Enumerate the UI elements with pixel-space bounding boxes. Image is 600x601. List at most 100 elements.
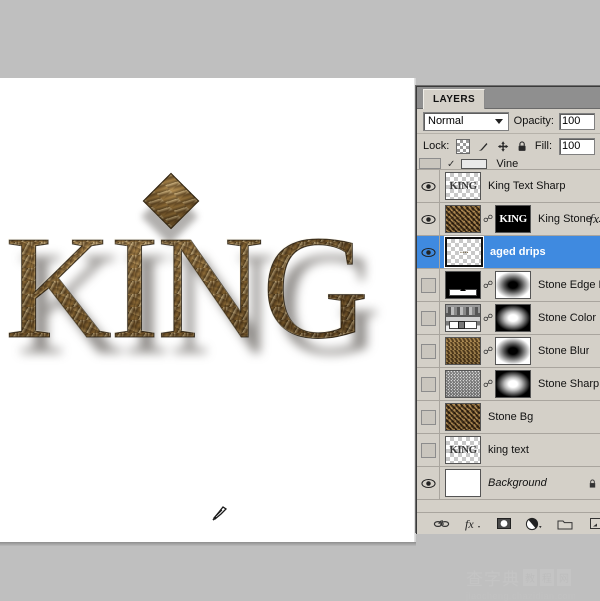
visibility-toggle[interactable] bbox=[417, 302, 440, 334]
layer-mask-thumbnail[interactable]: KING bbox=[495, 205, 531, 233]
visibility-off-box[interactable] bbox=[420, 376, 436, 392]
layer-name: Stone Color bbox=[538, 312, 597, 324]
layer-fx-icon[interactable]: fx bbox=[590, 211, 599, 227]
layer-name: aged drips bbox=[490, 246, 546, 258]
visibility-off-box[interactable] bbox=[420, 310, 436, 326]
new-page-icon bbox=[589, 518, 600, 529]
watermark-box-1: 教 bbox=[523, 569, 537, 586]
visibility-off-box[interactable] bbox=[420, 409, 436, 425]
visibility-toggle[interactable] bbox=[417, 236, 440, 268]
folder-icon bbox=[557, 520, 573, 529]
visibility-off-box[interactable] bbox=[420, 277, 436, 293]
layer-locked-icon bbox=[589, 478, 596, 488]
mask-icon bbox=[496, 518, 511, 529]
link-icon bbox=[434, 519, 450, 527]
tab-layers[interactable]: LAYERS bbox=[423, 89, 486, 109]
layer-name: king text bbox=[488, 444, 529, 456]
document-canvas[interactable]: KING KING KING KING bbox=[0, 78, 416, 542]
visibility-toggle[interactable] bbox=[417, 401, 440, 433]
watermark-logo-row: 查字典 教 程 网 bbox=[466, 565, 594, 590]
visibility-off-box[interactable] bbox=[420, 343, 436, 359]
visibility-toggle[interactable] bbox=[417, 335, 440, 367]
layer-row-stone-bg[interactable]: Stone Bg bbox=[417, 401, 600, 434]
levels-slider bbox=[449, 321, 477, 329]
layer-row-king-stone[interactable]: ☍ KING King Stone ... fx bbox=[417, 203, 600, 236]
mask-gradient bbox=[496, 371, 530, 397]
blend-mode-select[interactable]: Normal bbox=[423, 111, 509, 131]
layer-name: Stone Sharp bbox=[538, 378, 600, 390]
visibility-off-box[interactable] bbox=[420, 442, 436, 458]
layer-mask-thumbnail[interactable] bbox=[495, 337, 531, 365]
layer-row-vine[interactable]: ✓ Vine bbox=[417, 158, 600, 170]
layer-row-stone-edge-dark[interactable]: ☍ Stone Edge Dar bbox=[417, 269, 600, 302]
layer-row-stone-blur[interactable]: ☍ Stone Blur bbox=[417, 335, 600, 368]
adjustment-slider bbox=[449, 287, 477, 296]
new-layer-button[interactable] bbox=[587, 516, 600, 531]
add-layer-mask-button[interactable] bbox=[495, 516, 513, 531]
brush-cursor-icon bbox=[212, 506, 228, 521]
visibility-toggle[interactable] bbox=[417, 203, 440, 235]
opacity-label: Opacity: bbox=[513, 115, 554, 127]
visibility-toggle[interactable] bbox=[417, 467, 440, 499]
visibility-toggle-off[interactable] bbox=[419, 158, 441, 169]
panel-tab-strip: LAYERS bbox=[417, 87, 600, 109]
layer-list[interactable]: ✓ Vine KING King Text Sharp ☍ KING King … bbox=[417, 158, 600, 513]
new-group-button[interactable] bbox=[556, 516, 574, 531]
layer-thumbnail[interactable] bbox=[445, 271, 481, 299]
layer-row-background[interactable]: Background bbox=[417, 467, 600, 500]
blend-opacity-row: Normal Opacity: 100 bbox=[417, 109, 600, 134]
visibility-toggle[interactable] bbox=[417, 269, 440, 301]
eye-icon bbox=[420, 181, 436, 191]
mask-link-icon[interactable]: ☍ bbox=[483, 214, 493, 225]
layer-thumbnail[interactable] bbox=[461, 159, 488, 169]
layer-thumbnail[interactable] bbox=[445, 370, 481, 398]
layer-mask-thumbnail[interactable] bbox=[495, 271, 531, 299]
layer-style-fx-button[interactable]: fx bbox=[464, 516, 482, 531]
fill-input[interactable]: 100 bbox=[559, 137, 595, 155]
layer-thumbnail[interactable]: KING bbox=[445, 436, 481, 464]
watermark: 查字典 教 程 网 jiaocheng.chazidian.com bbox=[466, 565, 594, 601]
layer-thumbnail[interactable]: KING bbox=[445, 172, 481, 200]
eye-icon bbox=[420, 214, 436, 224]
layer-thumbnail[interactable] bbox=[445, 403, 481, 431]
lock-all-padlock-icon[interactable] bbox=[516, 140, 528, 153]
artwork-king-text: KING KING KING KING bbox=[4, 172, 405, 393]
svg-text:fx: fx bbox=[465, 517, 474, 531]
mask-gradient bbox=[496, 305, 530, 331]
layer-thumbnail[interactable] bbox=[445, 469, 481, 497]
layer-name: Stone Bg bbox=[488, 411, 534, 423]
layer-thumbnail[interactable] bbox=[445, 304, 481, 332]
canvas-bottom-edge bbox=[0, 542, 416, 546]
new-adjustment-layer-button[interactable] bbox=[525, 516, 543, 531]
layer-mask-thumbnail[interactable] bbox=[495, 370, 531, 398]
layer-row-king-text-sharp[interactable]: KING King Text Sharp bbox=[417, 170, 600, 203]
lock-position-move-icon[interactable] bbox=[497, 140, 509, 153]
layer-row-king-text[interactable]: KING king text bbox=[417, 434, 600, 467]
opacity-input[interactable]: 100 bbox=[559, 112, 595, 130]
lock-transparent-pixels-icon[interactable] bbox=[456, 138, 471, 154]
layer-row-stone-color[interactable]: ☍ Stone Color bbox=[417, 302, 600, 335]
layer-mask-thumbnail[interactable] bbox=[495, 304, 531, 332]
mask-link-icon[interactable]: ☍ bbox=[483, 346, 493, 357]
lock-fill-row: Lock: Fill: 100 bbox=[417, 134, 600, 159]
mask-link-icon[interactable]: ☍ bbox=[483, 379, 493, 390]
fx-icon: fx bbox=[465, 517, 480, 531]
visibility-toggle[interactable] bbox=[417, 434, 440, 466]
layer-thumbnail[interactable] bbox=[445, 337, 481, 365]
layers-panel: LAYERS Normal Opacity: 100 Lock: Fill: 1… bbox=[416, 86, 600, 534]
layer-thumbnail[interactable]: ···· bbox=[444, 236, 484, 268]
chevron-down-icon bbox=[494, 118, 503, 124]
layer-name: Vine bbox=[496, 158, 519, 170]
layer-row-aged-drips[interactable]: ···· aged drips bbox=[417, 236, 600, 269]
mask-link-icon[interactable]: ☍ bbox=[483, 280, 493, 291]
layer-row-stone-sharp[interactable]: ☍ Stone Sharp bbox=[417, 368, 600, 401]
fill-label: Fill: bbox=[534, 140, 552, 152]
visibility-toggle[interactable] bbox=[417, 170, 440, 202]
link-layers-button[interactable] bbox=[433, 516, 451, 531]
mask-link-icon[interactable]: ☍ bbox=[483, 313, 493, 324]
layer-thumbnail[interactable] bbox=[445, 205, 481, 233]
levels-histogram bbox=[448, 307, 478, 315]
thumbnail-drips-label: ···· bbox=[459, 247, 469, 257]
lock-image-pixels-brush-icon[interactable] bbox=[477, 140, 489, 153]
visibility-toggle[interactable] bbox=[417, 368, 440, 400]
